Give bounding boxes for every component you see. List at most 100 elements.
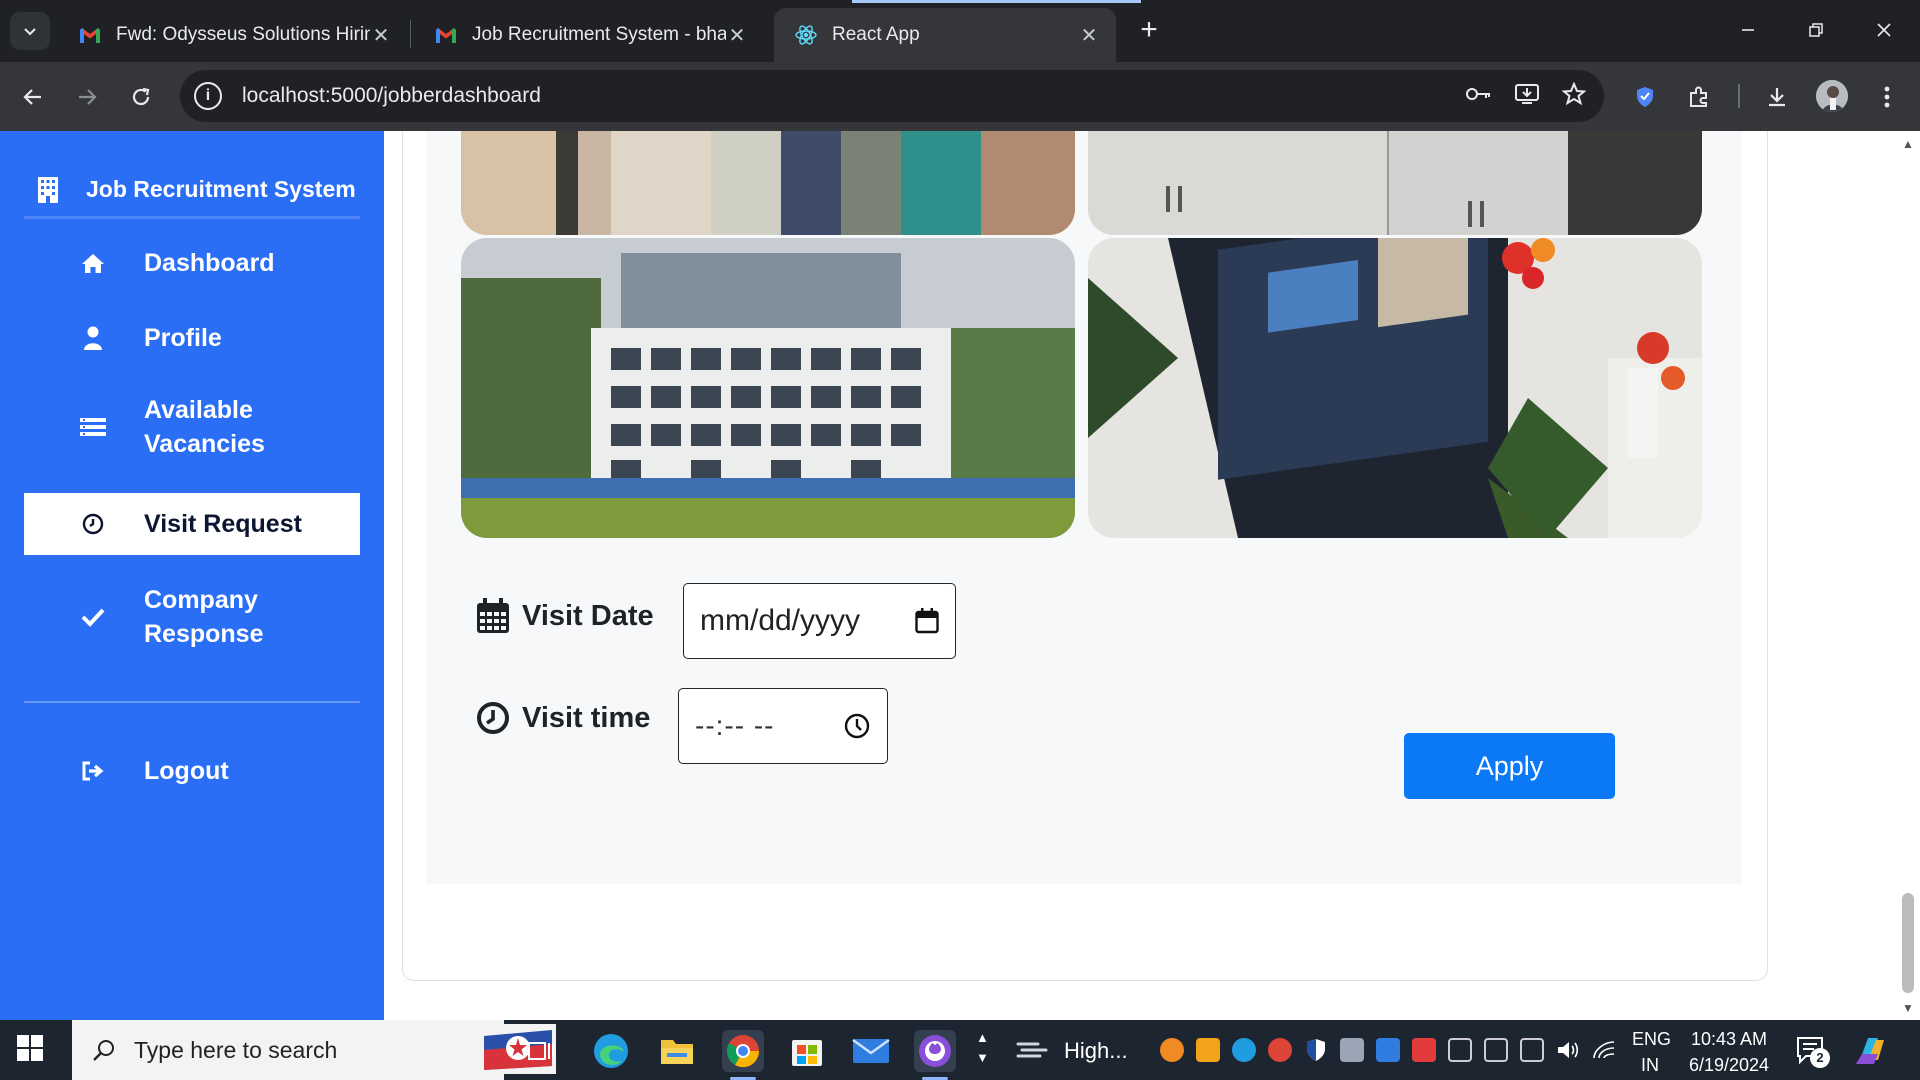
chevron-down-icon [24,28,36,36]
start-button[interactable] [16,1034,52,1066]
clock[interactable]: 10:43 AM 6/19/2024 [1686,1026,1772,1078]
sidebar-item-available-vacancies[interactable]: Available Vacancies [24,389,360,465]
folder-icon [661,1040,693,1064]
taskbar-file-explorer[interactable] [656,1030,698,1072]
battery-icon[interactable] [1520,1038,1544,1062]
site-info-icon[interactable]: i [194,82,222,110]
app-tray-icon[interactable] [1376,1038,1400,1062]
scroll-down-arrow-icon[interactable]: ▼ [1902,1001,1914,1015]
office-photo-team [461,131,1075,235]
office-photo-screen-wall [1088,238,1702,538]
weather-text[interactable]: High... [1064,1038,1128,1064]
meet-now-icon[interactable] [1448,1038,1472,1062]
sidebar-item-profile[interactable]: Profile [24,314,360,362]
install-app-icon[interactable] [1514,82,1540,106]
office-photo-cabinets [1088,131,1702,235]
downloads-icon[interactable] [1760,80,1794,114]
task-view-button[interactable] [520,1030,562,1072]
sidebar-item-label: Available Vacancies [144,396,265,458]
url-text[interactable]: localhost:5000/jobberdashboard [242,84,541,108]
minimize-button[interactable] [1718,10,1778,50]
chrome-tray-icon[interactable] [1268,1038,1292,1062]
address-bar[interactable]: i localhost:5000/jobberdashboard [180,70,1604,122]
visit-time-input[interactable]: --:-- -- [678,688,888,764]
reload-button[interactable] [122,78,160,116]
sidebar-item-label: Visit Request [144,509,302,538]
tab-gmail-job-recruitment[interactable]: Job Recruitment System - bhavi ✕ [414,8,764,62]
taskbar-overflow-arrows[interactable]: ▲ ▼ [976,1028,989,1068]
sidebar-item-logout[interactable]: Logout [24,747,360,795]
taskbar-edge[interactable] [590,1030,632,1072]
clock-date: 6/19/2024 [1688,1055,1770,1075]
security-shield-icon[interactable] [1304,1038,1328,1062]
react-icon [794,23,818,47]
close-icon[interactable]: ✕ [1078,23,1100,48]
arrow-left-icon [23,89,41,105]
taskbar-github-desktop[interactable] [914,1030,956,1080]
sidebar-brand[interactable]: Job Recruitment System [24,163,360,219]
wifi-icon[interactable] [1592,1038,1616,1062]
more-menu-icon[interactable] [1870,80,1904,114]
windows-taskbar: Type here to search ▲ ▼ High... ENG IN 1… [0,1020,1920,1080]
back-button[interactable] [14,78,52,116]
windows-logo-icon [17,1035,43,1061]
taskbar-chrome[interactable] [722,1030,764,1080]
sidebar-item-company-response[interactable]: Company Response [24,579,360,655]
office-photo-building [461,238,1075,538]
search-icon [93,1040,114,1061]
volume-icon[interactable] [1556,1038,1580,1062]
sidebar-item-visit-request[interactable]: Visit Request [24,493,360,555]
check-icon [78,607,108,627]
star-icon[interactable] [1562,82,1586,106]
sidebar-item-dashboard[interactable]: Dashboard [24,239,360,287]
visit-date-input[interactable]: mm/dd/yyyy [683,583,956,659]
profile-avatar[interactable] [1816,80,1848,112]
scroll-thumb[interactable] [1902,893,1914,993]
tab-title: React App [832,24,920,45]
forward-button[interactable] [68,78,106,116]
app-tray-icon[interactable] [1412,1038,1436,1062]
scroll-up-arrow-icon[interactable]: ▲ [1902,137,1914,151]
display-tray-icon[interactable] [1340,1038,1364,1062]
app-tray-icon[interactable] [1196,1038,1220,1062]
calendar-picker-icon[interactable] [915,608,939,634]
chevron-down-icon[interactable]: ▼ [976,1048,989,1068]
edge-tray-icon[interactable] [1232,1038,1256,1062]
notification-badge: 2 [1810,1048,1830,1068]
new-tab-button[interactable]: + [1132,14,1166,48]
share-tray-icon[interactable] [1484,1038,1508,1062]
page-viewport: Job Recruitment System Dashboard Profile… [0,131,1920,1020]
chevron-up-icon[interactable]: ▲ [976,1028,989,1048]
tab-search-button[interactable] [10,12,50,50]
extension-shield-icon[interactable] [1628,80,1662,114]
taskbar-search[interactable]: Type here to search [72,1020,556,1080]
page-scrollbar[interactable]: ▲ ▼ [1896,131,1920,1020]
extensions-puzzle-icon[interactable] [1682,80,1716,114]
close-window-button[interactable] [1854,10,1914,50]
weather-icon[interactable] [1016,1036,1052,1069]
notification-center-button[interactable]: 2 [1796,1036,1830,1069]
close-icon[interactable]: ✕ [370,23,392,48]
tab-gmail-odysseus[interactable]: Fwd: Odysseus Solutions Hiring ✕ [58,8,408,62]
app-tray-icon[interactable] [1160,1038,1184,1062]
language-indicator[interactable]: ENG IN [1632,1026,1671,1078]
close-icon[interactable]: ✕ [726,23,748,48]
copilot-button[interactable] [1852,1030,1892,1075]
search-placeholder: Type here to search [134,1036,338,1063]
restore-button[interactable] [1786,10,1846,50]
clock-time: 10:43 AM [1690,1029,1768,1049]
taskbar-microsoft-store[interactable] [786,1030,828,1072]
tab-react-app[interactable]: React App ✕ [774,8,1116,62]
apply-button[interactable]: Apply [1404,733,1615,799]
visit-time-label: Visit time [522,701,651,734]
clock-icon [78,513,108,535]
visit-time-row: Visit time [476,701,650,735]
taskbar-mail[interactable] [850,1030,892,1072]
gmail-icon [434,23,458,47]
key-icon[interactable] [1464,82,1492,106]
close-icon [1877,23,1891,37]
time-picker-icon[interactable] [843,712,871,740]
browser-toolbar: i localhost:5000/jobberdashboard [0,62,1920,131]
tab-separator [410,20,411,48]
sidebar-divider [24,701,360,703]
